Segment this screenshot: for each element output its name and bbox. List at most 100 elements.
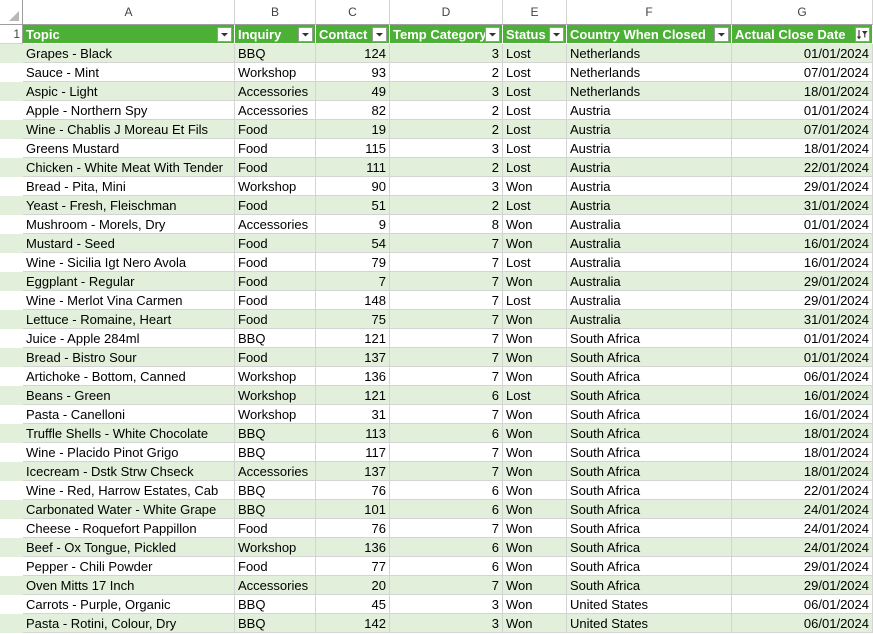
cell-status[interactable]: Won [503,348,567,367]
cell-status[interactable]: Won [503,177,567,196]
column-header-a[interactable]: A [23,0,235,25]
cell-actual-close-date[interactable]: 29/01/2024 [732,177,873,196]
cell-status[interactable]: Lost [503,291,567,310]
cell-actual-close-date[interactable]: 07/01/2024 [732,63,873,82]
column-header-d[interactable]: D [390,0,503,25]
cell-country-when-closed[interactable]: Austria [567,120,732,139]
cell-topic[interactable]: Icecream - Dstk Strw Chseck [23,462,235,481]
cell-country-when-closed[interactable]: Austria [567,177,732,196]
cell-temp-category[interactable]: 7 [390,234,503,253]
cell-inquiry[interactable]: Accessories [235,462,316,481]
cell-inquiry[interactable]: Food [235,310,316,329]
filter-dropdown-icon[interactable] [549,27,564,42]
cell-inquiry[interactable]: BBQ [235,481,316,500]
cell-country-when-closed[interactable]: Netherlands [567,63,732,82]
header-topic[interactable]: Topic [23,25,235,44]
column-header-e[interactable]: E [503,0,567,25]
cell-temp-category[interactable]: 7 [390,519,503,538]
cell-contact[interactable]: 121 [316,386,390,405]
cell-topic[interactable]: Grapes - Black [23,44,235,63]
cell-contact[interactable]: 76 [316,481,390,500]
cell-inquiry[interactable]: Food [235,139,316,158]
header-inquiry[interactable]: Inquiry [235,25,316,44]
column-header-c[interactable]: C [316,0,390,25]
cell-country-when-closed[interactable]: Australia [567,215,732,234]
cell-status[interactable]: Won [503,443,567,462]
cell-contact[interactable]: 79 [316,253,390,272]
cell-actual-close-date[interactable]: 06/01/2024 [732,614,873,633]
cell-country-when-closed[interactable]: Australia [567,234,732,253]
cell-inquiry[interactable]: Food [235,272,316,291]
cell-status[interactable]: Lost [503,63,567,82]
cell-country-when-closed[interactable]: Austria [567,158,732,177]
cell-topic[interactable]: Beef - Ox Tongue, Pickled [23,538,235,557]
cell-country-when-closed[interactable]: Australia [567,272,732,291]
cell-country-when-closed[interactable]: South Africa [567,576,732,595]
cell-temp-category[interactable]: 7 [390,272,503,291]
cell-status[interactable]: Won [503,462,567,481]
cell-country-when-closed[interactable]: Australia [567,253,732,272]
cell-actual-close-date[interactable]: 31/01/2024 [732,310,873,329]
cell-status[interactable]: Won [503,500,567,519]
cell-inquiry[interactable]: Food [235,291,316,310]
cell-temp-category[interactable]: 7 [390,405,503,424]
cell-country-when-closed[interactable]: South Africa [567,443,732,462]
cell-status[interactable]: Won [503,538,567,557]
cell-temp-category[interactable]: 3 [390,139,503,158]
cell-country-when-closed[interactable]: South Africa [567,348,732,367]
cell-actual-close-date[interactable]: 18/01/2024 [732,443,873,462]
cell-topic[interactable]: Mushroom - Morels, Dry [23,215,235,234]
cell-country-when-closed[interactable]: Netherlands [567,82,732,101]
cell-topic[interactable]: Wine - Merlot Vina Carmen [23,291,235,310]
cell-inquiry[interactable]: BBQ [235,424,316,443]
cell-topic[interactable]: Oven Mitts 17 Inch [23,576,235,595]
cell-actual-close-date[interactable]: 24/01/2024 [732,500,873,519]
cell-status[interactable]: Lost [503,253,567,272]
cell-contact[interactable]: 19 [316,120,390,139]
cell-topic[interactable]: Greens Mustard [23,139,235,158]
cell-country-when-closed[interactable]: South Africa [567,519,732,538]
cell-topic[interactable]: Wine - Chablis J Moreau Et Fils [23,120,235,139]
cell-contact[interactable]: 93 [316,63,390,82]
filter-dropdown-icon[interactable] [485,27,500,42]
cell-country-when-closed[interactable]: South Africa [567,405,732,424]
cell-contact[interactable]: 51 [316,196,390,215]
cell-temp-category[interactable]: 2 [390,101,503,120]
cell-status[interactable]: Lost [503,386,567,405]
cell-actual-close-date[interactable]: 01/01/2024 [732,44,873,63]
cell-status[interactable]: Won [503,405,567,424]
cell-actual-close-date[interactable]: 29/01/2024 [732,576,873,595]
cell-contact[interactable]: 49 [316,82,390,101]
column-header-b[interactable]: B [235,0,316,25]
header-status[interactable]: Status [503,25,567,44]
cell-contact[interactable]: 111 [316,158,390,177]
cell-inquiry[interactable]: BBQ [235,500,316,519]
cell-topic[interactable]: Pasta - Rotini, Colour, Dry [23,614,235,633]
cell-temp-category[interactable]: 7 [390,253,503,272]
cell-temp-category[interactable]: 3 [390,614,503,633]
filter-dropdown-icon[interactable] [372,27,387,42]
cell-contact[interactable]: 20 [316,576,390,595]
cell-contact[interactable]: 90 [316,177,390,196]
cell-inquiry[interactable]: Food [235,158,316,177]
cell-country-when-closed[interactable]: South Africa [567,462,732,481]
cell-contact[interactable]: 137 [316,348,390,367]
cell-contact[interactable]: 9 [316,215,390,234]
cell-inquiry[interactable]: Food [235,196,316,215]
cell-temp-category[interactable]: 7 [390,329,503,348]
filter-dropdown-icon[interactable] [217,27,232,42]
cell-temp-category[interactable]: 7 [390,291,503,310]
cell-status[interactable]: Won [503,614,567,633]
cell-inquiry[interactable]: Workshop [235,367,316,386]
cell-status[interactable]: Lost [503,101,567,120]
cell-topic[interactable]: Cheese - Roquefort Pappillon [23,519,235,538]
cell-country-when-closed[interactable]: South Africa [567,557,732,576]
cell-status[interactable]: Won [503,272,567,291]
cell-country-when-closed[interactable]: United States [567,595,732,614]
cell-contact[interactable]: 7 [316,272,390,291]
cell-contact[interactable]: 75 [316,310,390,329]
cell-inquiry[interactable]: Food [235,348,316,367]
cell-temp-category[interactable]: 6 [390,481,503,500]
cell-country-when-closed[interactable]: Australia [567,291,732,310]
cell-country-when-closed[interactable]: United States [567,614,732,633]
